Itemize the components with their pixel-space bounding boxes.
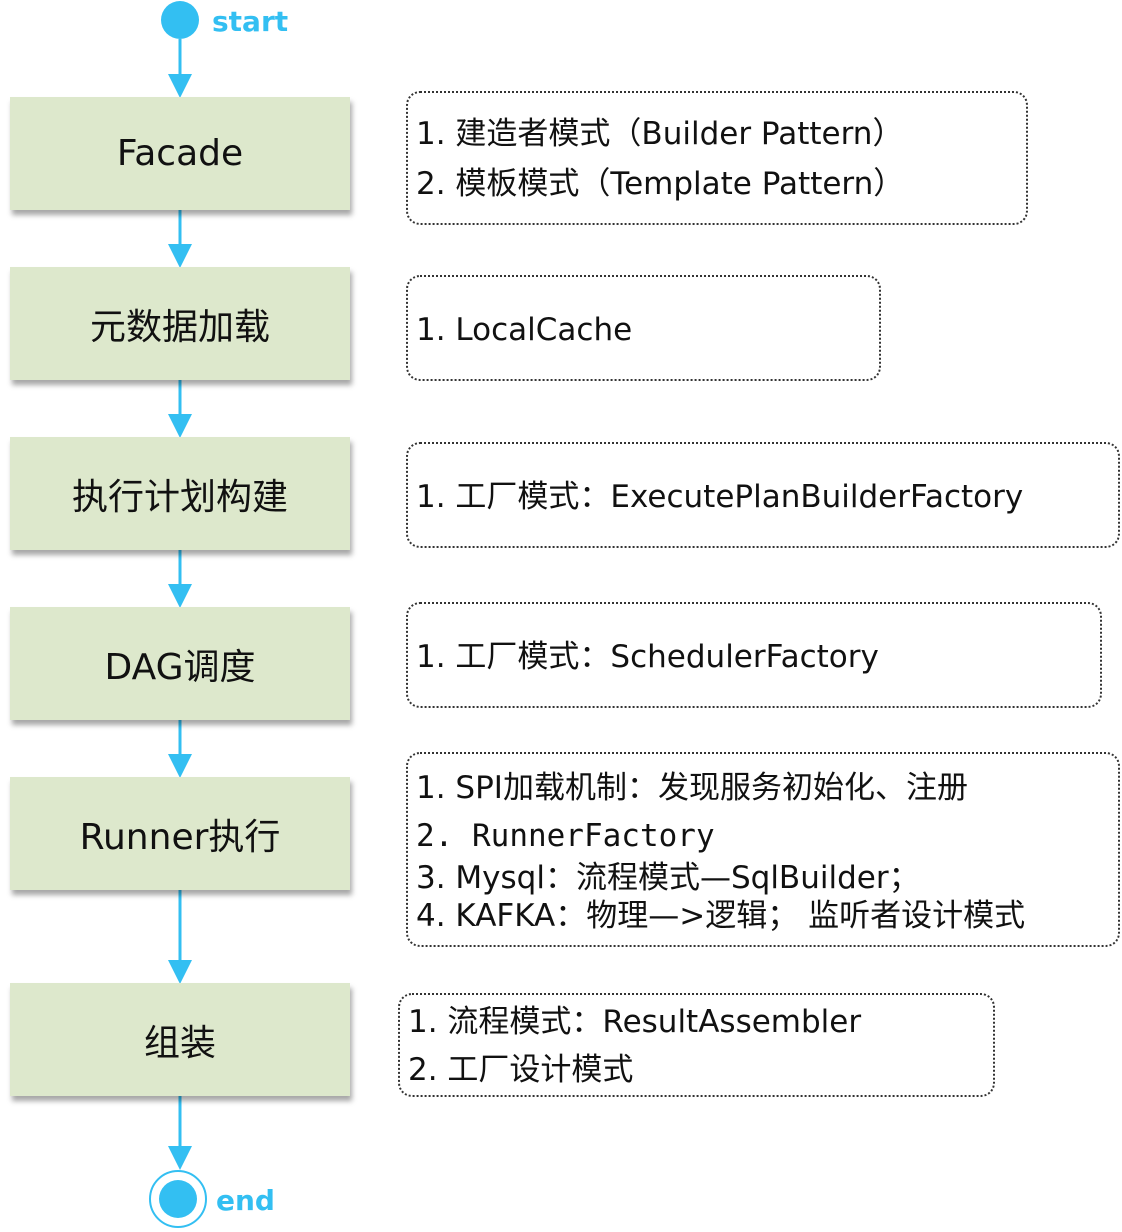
step-runner-execution: Runner执行 xyxy=(10,777,350,890)
note-line: 4. KAFKA：物理—>逻辑； 监听者设计模式 xyxy=(416,898,1026,934)
note-line: 1. 建造者模式（Builder Pattern） xyxy=(416,116,904,152)
note-line: 2. 模板模式（Template Pattern） xyxy=(416,166,905,202)
start-node xyxy=(161,1,199,39)
note-assembly: 1. 流程模式：ResultAssembler 2. 工厂设计模式 xyxy=(398,993,995,1097)
note-line: 2. RunnerFactory xyxy=(416,818,715,854)
note-line: 1. SPI加载机制：发现服务初始化、注册 xyxy=(416,770,968,806)
note-dag-scheduling: 1. 工厂模式：SchedulerFactory xyxy=(406,602,1102,708)
step-metadata-loading: 元数据加载 xyxy=(10,267,350,380)
start-label: start xyxy=(212,5,289,38)
note-line: 1. 工厂模式：ExecutePlanBuilderFactory xyxy=(416,479,1024,515)
note-line: 3. Mysql：流程模式—SqlBuilder； xyxy=(416,860,920,896)
step-execution-plan-build: 执行计划构建 xyxy=(10,437,350,550)
end-label: end xyxy=(216,1184,275,1217)
note-runner-execution: 1. SPI加载机制：发现服务初始化、注册 2. RunnerFactory 3… xyxy=(406,752,1120,947)
note-line: 2. 工厂设计模式 xyxy=(408,1052,634,1088)
note-facade: 1. 建造者模式（Builder Pattern） 2. 模板模式（Templa… xyxy=(406,91,1028,225)
step-assembly: 组装 xyxy=(10,983,350,1096)
note-metadata-loading: 1. LocalCache xyxy=(406,275,881,381)
step-dag-scheduling: DAG调度 xyxy=(10,607,350,720)
note-line: 1. LocalCache xyxy=(416,312,633,348)
note-line: 1. 流程模式：ResultAssembler xyxy=(408,1004,862,1040)
step-facade: Facade xyxy=(10,97,350,210)
note-line: 1. 工厂模式：SchedulerFactory xyxy=(416,639,879,675)
end-node-dot xyxy=(159,1180,197,1218)
note-execution-plan-build: 1. 工厂模式：ExecutePlanBuilderFactory xyxy=(406,442,1120,548)
end-node xyxy=(149,1170,207,1228)
